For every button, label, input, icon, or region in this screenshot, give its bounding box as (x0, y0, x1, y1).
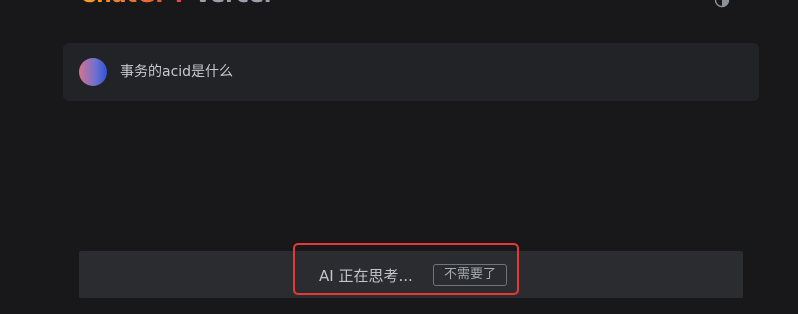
cancel-button[interactable]: 不需要了 (433, 264, 507, 286)
theme-toggle-icon[interactable] (714, 0, 730, 8)
brand-name: ChatGPT (80, 0, 186, 8)
app-header: ChatGPT Vercel (80, 0, 271, 7)
message-text: 事务的acid是什么 (120, 64, 234, 80)
thinking-status: AI 正在思考... 不需要了 (293, 243, 519, 295)
chat-page: ChatGPT Vercel 事务的acid是什么 AI 正在思考... 不需要了 (0, 0, 798, 314)
avatar (79, 58, 107, 86)
user-message: 事务的acid是什么 (63, 43, 759, 101)
brand-suffix: Vercel (194, 0, 271, 8)
thinking-text: AI 正在思考... (319, 267, 413, 285)
